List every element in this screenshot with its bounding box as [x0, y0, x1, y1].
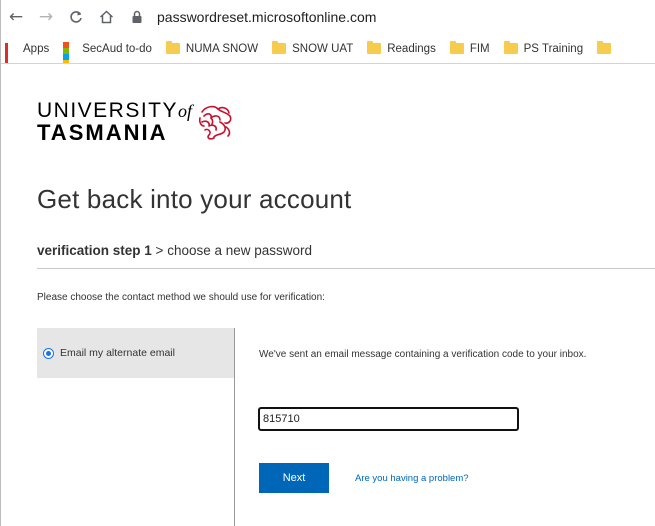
radio-button[interactable]: [43, 347, 54, 359]
folder-icon: [597, 41, 612, 54]
logo-wordmark: UNIVERSITYof TASMANIA: [37, 100, 192, 144]
bookmarks-bar: Apps SecAud to-do NUMA SNOW SNOW UAT Rea…: [1, 34, 655, 64]
bookmark-label: SNOW UAT: [292, 42, 354, 55]
bookmark-overflow[interactable]: [597, 41, 617, 54]
sent-message: We've sent an email message containing a…: [259, 349, 587, 360]
lock-icon: [131, 10, 145, 24]
address-bar: ← → passwordreset.microsoftonline.com: [1, 0, 655, 34]
logo-line2: TASMANIA: [37, 120, 168, 145]
bookmark-label: FIM: [469, 42, 490, 55]
step-separator: >: [151, 243, 168, 258]
next-button[interactable]: Next: [259, 463, 329, 493]
university-logo: UNIVERSITYof TASMANIA: [37, 100, 236, 147]
home-icon[interactable]: [95, 6, 117, 28]
folder-icon: [165, 41, 180, 54]
method-label: Email my alternate email: [60, 347, 175, 359]
folder-icon: [367, 41, 382, 54]
step-next: choose a new password: [167, 243, 313, 258]
bookmark-numa-snow[interactable]: NUMA SNOW: [165, 41, 259, 55]
bookmark-readings[interactable]: Readings: [367, 41, 436, 55]
bookmark-label: SecAud to-do: [82, 42, 152, 55]
url-field[interactable]: passwordreset.microsoftonline.com: [131, 9, 376, 25]
folder-icon: [449, 41, 464, 54]
step-active: verification step 1: [37, 243, 152, 258]
browser-window: ← → passwordreset.microsoftonline.com Ap…: [0, 0, 655, 526]
windows-logo-icon: [63, 42, 76, 63]
bookmark-fim[interactable]: FIM: [449, 41, 490, 55]
back-icon[interactable]: ←: [5, 6, 27, 28]
folder-icon: [503, 41, 518, 54]
verification-code-input[interactable]: [258, 407, 519, 431]
folder-icon: [272, 41, 287, 54]
divider: [37, 268, 655, 269]
bookmark-label: Apps: [23, 42, 50, 55]
bookmark-secaud-to-do[interactable]: SecAud to-do: [63, 42, 152, 63]
bookmark-label: Readings: [387, 42, 436, 55]
bookmark-apps[interactable]: Apps: [5, 42, 50, 63]
instruction-text: Please choose the contact method we shou…: [37, 292, 325, 303]
contact-methods-panel: Email my alternate email: [37, 328, 235, 526]
reload-icon[interactable]: [65, 6, 87, 28]
page-title: Get back into your account: [37, 184, 352, 214]
bookmark-label: NUMA SNOW: [185, 42, 259, 55]
forward-icon[interactable]: →: [35, 6, 57, 28]
lion-crest-icon: [196, 102, 236, 147]
progress-steps: verification step 1 > choose a new passw…: [37, 243, 312, 258]
bookmark-snow-uat[interactable]: SNOW UAT: [272, 41, 354, 55]
logo-of: of: [178, 101, 193, 121]
bookmark-label: PS Training: [523, 42, 584, 55]
apps-grid-icon: [5, 42, 17, 63]
bookmark-ps-training[interactable]: PS Training: [503, 41, 584, 55]
problem-link[interactable]: Are you having a problem?: [355, 473, 469, 484]
method-option-email[interactable]: Email my alternate email: [37, 328, 234, 378]
url-text: passwordreset.microsoftonline.com: [157, 9, 377, 25]
logo-line1: UNIVERSITY: [37, 99, 179, 122]
